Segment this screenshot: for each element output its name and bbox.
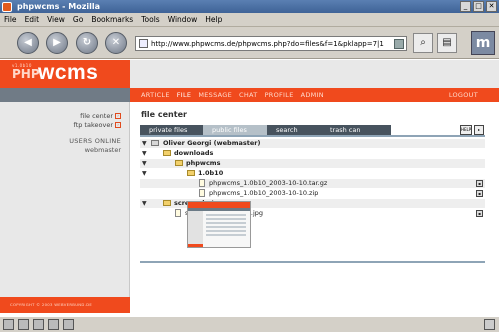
lock-icon[interactable]: ▪ xyxy=(476,190,483,197)
search-icon[interactable]: ⌕ xyxy=(413,33,433,53)
back-button[interactable]: ◀ xyxy=(17,32,39,54)
collapse-icon[interactable]: ▼ xyxy=(142,170,147,177)
menu-tools[interactable]: Tools xyxy=(141,15,159,24)
mozilla-app-icon xyxy=(2,1,12,12)
folder-icon xyxy=(187,170,195,176)
tree-row[interactable]: phpwcms_1.0b10_2003-10-10.zip ▪ xyxy=(140,189,485,198)
menu-help[interactable]: Help xyxy=(205,15,222,24)
close-window-button[interactable]: ✕ xyxy=(486,1,497,12)
menu-bookmarks[interactable]: Bookmarks xyxy=(91,15,133,24)
user-folder-icon xyxy=(151,140,159,146)
lock-icon[interactable]: ▪ xyxy=(476,210,483,217)
file-center-panel: file center private files public files s… xyxy=(140,110,485,263)
tree-row[interactable]: ▼ 1.0b10 xyxy=(140,169,485,178)
nav-chat[interactable]: CHAT xyxy=(239,91,258,99)
print-icon[interactable]: ▤ xyxy=(437,33,457,53)
menu-edit[interactable]: Edit xyxy=(25,15,40,24)
menu-view[interactable]: View xyxy=(47,15,65,24)
logo-wcms: wcms xyxy=(38,61,99,84)
collapse-icon[interactable]: ▼ xyxy=(142,140,147,147)
tab-search[interactable]: search xyxy=(267,125,321,135)
tab-private-files[interactable]: private files xyxy=(140,125,203,135)
folder-icon xyxy=(163,150,171,156)
menu-bar: File Edit View Go Bookmarks Tools Window… xyxy=(0,13,499,27)
menu-window[interactable]: Window xyxy=(168,15,198,24)
sidebar-strip xyxy=(0,88,130,102)
image-file-icon xyxy=(175,209,181,217)
minimize-button[interactable]: _ xyxy=(460,1,471,12)
tab-divider xyxy=(140,135,485,137)
sidebar-item-ftp-takeover[interactable]: ftp takeover › xyxy=(74,121,121,129)
stop-button[interactable]: ✕ xyxy=(105,32,127,54)
url-input[interactable] xyxy=(151,39,391,48)
tab-trash-can[interactable]: trash can xyxy=(321,125,391,135)
archive-file-icon xyxy=(199,189,205,197)
file-tabs: private files public files search trash … xyxy=(140,125,485,135)
tree-row-label: 1.0b10 xyxy=(198,169,224,177)
nav-profile[interactable]: PROFILE xyxy=(265,91,294,99)
tree-row[interactable]: ▼ phpwcms xyxy=(140,159,485,168)
window-titlebar: phpwcms - Mozilla _ □ ✕ xyxy=(0,0,499,13)
tree-row-label[interactable]: phpwcms_1.0b10_2003-10-10.tar.gz xyxy=(209,179,327,187)
tree-row-label: phpwcms xyxy=(186,159,221,167)
page-icon xyxy=(139,39,148,48)
logout-link[interactable]: LOGOUT xyxy=(449,91,478,99)
nav-file[interactable]: FILE xyxy=(177,91,192,99)
arrow-icon: › xyxy=(115,122,121,128)
tree-row-label: Oliver Georgi (webmaster) xyxy=(163,139,261,147)
left-sidebar: file center › ftp takeover › USERS ONLIN… xyxy=(0,102,130,297)
main-navigation: ARTICLE FILE MESSAGE CHAT PROFILE ADMIN … xyxy=(130,88,499,102)
address-book-icon[interactable] xyxy=(63,319,74,330)
tree-row[interactable]: ▼ downloads xyxy=(140,149,485,158)
sidebar-item-label: file center xyxy=(80,112,113,120)
add-icon[interactable]: ▸ xyxy=(474,125,484,135)
tab-public-files[interactable]: public files xyxy=(203,125,267,135)
nav-article[interactable]: ARTICLE xyxy=(141,91,170,99)
go-icon[interactable] xyxy=(394,39,404,49)
tree-row-label[interactable]: phpwcms_1.0b10_2003-10-10.zip xyxy=(209,189,318,197)
sidebar-item-label: ftp takeover xyxy=(73,121,113,129)
panel-divider xyxy=(140,261,485,263)
tree-row-label: downloads xyxy=(174,149,214,157)
folder-icon xyxy=(175,160,183,166)
page-content: v1.0b10 PHP wcms ARTICLE FILE MESSAGE CH… xyxy=(0,60,499,316)
sidebar-item-file-center[interactable]: file center › xyxy=(80,112,121,120)
url-bar[interactable] xyxy=(135,36,407,51)
archive-file-icon xyxy=(199,179,205,187)
tree-row[interactable]: phpwcms_1.0b10_2003-10-10.tar.gz ▪ xyxy=(140,179,485,188)
mail-icon[interactable] xyxy=(18,319,29,330)
browser-icon[interactable] xyxy=(3,319,14,330)
page-title: file center xyxy=(141,110,187,119)
composer-icon[interactable] xyxy=(33,319,44,330)
collapse-icon[interactable]: ▼ xyxy=(142,150,147,157)
logo-php: PHP xyxy=(12,67,40,81)
collapse-icon[interactable]: ▼ xyxy=(142,200,147,207)
forward-button[interactable]: ▶ xyxy=(46,32,68,54)
menu-file[interactable]: File xyxy=(4,15,17,24)
copyright-text: COPYRIGHT © 2003 WEBVERBUND.DE xyxy=(10,302,93,307)
chat-icon[interactable] xyxy=(48,319,59,330)
image-thumbnail[interactable] xyxy=(187,201,251,248)
collapse-icon[interactable]: ▼ xyxy=(142,160,147,167)
online-user: webmaster xyxy=(84,146,121,154)
security-lock-icon[interactable] xyxy=(484,319,495,330)
users-online-heading: USERS ONLINE xyxy=(69,137,121,145)
reload-button[interactable]: ↻ xyxy=(76,32,98,54)
menu-go[interactable]: Go xyxy=(73,15,83,24)
navigation-toolbar: ◀ ▶ ↻ ✕ ⌕ ▤ m xyxy=(0,27,499,59)
tree-row[interactable]: ▼ Oliver Georgi (webmaster) xyxy=(140,139,485,148)
help-button[interactable]: HELP xyxy=(460,125,472,135)
throbber-icon: m xyxy=(471,31,495,55)
status-bar xyxy=(0,316,499,332)
arrow-icon: › xyxy=(115,113,121,119)
maximize-button[interactable]: □ xyxy=(473,1,484,12)
nav-admin[interactable]: ADMIN xyxy=(301,91,324,99)
nav-message[interactable]: MESSAGE xyxy=(198,91,232,99)
folder-icon xyxy=(163,200,171,206)
footer: COPYRIGHT © 2003 WEBVERBUND.DE xyxy=(0,297,130,313)
phpwcms-logo[interactable]: v1.0b10 PHP wcms xyxy=(0,60,130,88)
window-title: phpwcms - Mozilla xyxy=(17,2,101,11)
lock-icon[interactable]: ▪ xyxy=(476,180,483,187)
